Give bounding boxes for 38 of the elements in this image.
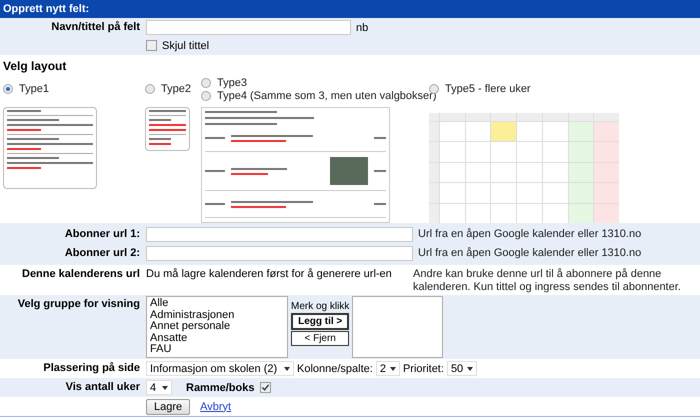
section-header: Opprett nytt felt: [0, 0, 700, 18]
field-label: Abonner url 1: [64, 227, 140, 242]
checkbox-label: Skjul tittel [162, 40, 210, 52]
help-text: Url fra en åpen Google kalender eller 1310.no [418, 228, 642, 241]
radio-label: Type2 [161, 83, 191, 95]
dropdown[interactable]: 4 [146, 380, 172, 395]
radio-label: Type4 (Samme som 3, men uten valgbokser) [217, 90, 436, 102]
field-label: Navn/tittel på felt [50, 20, 140, 35]
help-text: Url fra en åpen Google kalender eller 1310.no [418, 247, 642, 260]
info-text: Du må lagre kalenderen først for å generere url-en [146, 267, 393, 282]
list-box[interactable]: Alle Administrasjonen Annet personale Ansatte FAU [146, 296, 288, 358]
add-button[interactable]: Legg til > [291, 313, 350, 330]
list-item[interactable]: Administrasjonen [150, 310, 284, 321]
list-item[interactable]: Ansatte [150, 332, 284, 344]
remove-button[interactable]: < Fjern [291, 331, 350, 346]
list-item[interactable]: FAU [150, 344, 284, 356]
field-label: Ramme/boks [186, 382, 254, 394]
field-label: Kolonne/spalte: [297, 362, 373, 374]
dropdown[interactable]: 2 [376, 361, 400, 376]
field-label: Abonner url 2: [64, 246, 140, 261]
list-item[interactable]: Annet personale [150, 321, 284, 332]
section-heading: Velg layout [2, 58, 68, 73]
field-label: Vis antall uker [64, 380, 140, 395]
dropdown[interactable]: Informasjon om skolen (2) [146, 361, 294, 376]
cancel-link[interactable]: Avbryt [200, 400, 232, 412]
field-label: Velg gruppe for visning [16, 297, 140, 312]
save-button[interactable]: Lagre [146, 398, 190, 414]
language-code: nb [356, 22, 368, 34]
radio-label: Type1 [19, 83, 49, 95]
help-text: Andre kan bruke denne url til å abonnere på denne kalenderen. Kun tittel og ingress sendes til abonnenter. [413, 267, 682, 294]
radio-label: Type5 - flere uker [445, 82, 531, 95]
list-item[interactable]: Alle [150, 298, 284, 310]
field-label: Plassering på side [42, 361, 140, 376]
radio-label: Type3 [217, 76, 247, 88]
field-label: Prioritet: [402, 362, 444, 374]
instruction-text: Merk og klikk [291, 301, 350, 312]
dropdown[interactable]: 50 [446, 361, 478, 376]
field-label: Denne kalenderens url [21, 267, 140, 282]
